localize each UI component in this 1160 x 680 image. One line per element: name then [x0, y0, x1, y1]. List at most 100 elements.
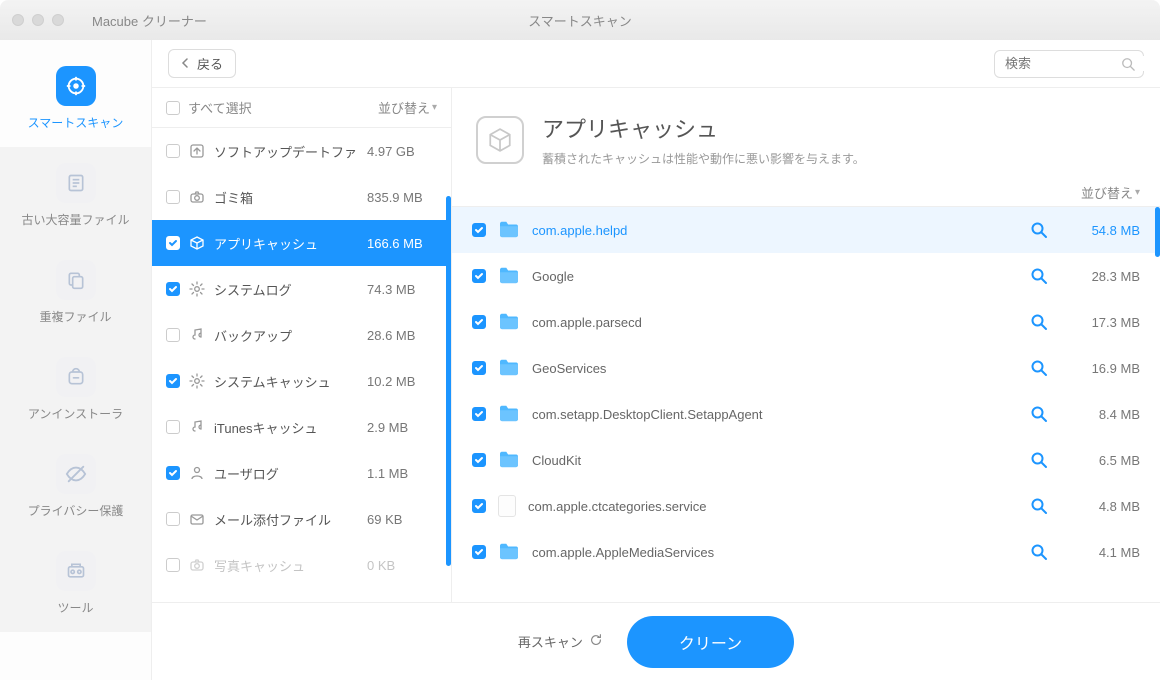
detail-checkbox[interactable]: [472, 453, 486, 467]
select-all-label: すべて選択: [188, 98, 252, 117]
back-button[interactable]: 戻る: [168, 49, 236, 78]
category-sort-button[interactable]: 並び替え ▾: [378, 98, 437, 117]
category-row[interactable]: ユーザログ1.1 MB: [152, 450, 451, 496]
sidebar-item-tools[interactable]: ツール: [0, 535, 151, 632]
reveal-button[interactable]: [1030, 313, 1048, 331]
minimize-dot[interactable]: [32, 14, 44, 26]
sidebar-item-label: 重複ファイル: [39, 308, 111, 325]
category-row[interactable]: 写真キャッシュ0 KB: [152, 542, 451, 588]
close-dot[interactable]: [12, 14, 24, 26]
folder-icon: [498, 266, 520, 287]
detail-checkbox[interactable]: [472, 223, 486, 237]
zoom-dot[interactable]: [52, 14, 64, 26]
camera-icon: [188, 188, 206, 206]
detail-size: 4.1 MB: [1060, 545, 1140, 560]
search-input[interactable]: [1005, 56, 1160, 71]
detail-label: com.setapp.DesktopClient.SetappAgent: [532, 407, 1018, 422]
detail-header-icon: [476, 116, 524, 164]
category-row[interactable]: メール添付ファイル69 KB: [152, 496, 451, 542]
detail-sort-button[interactable]: 並び替え ▾: [1081, 183, 1140, 202]
uninstaller-icon: [56, 357, 96, 397]
tools-icon: [56, 551, 96, 591]
category-checkbox[interactable]: [166, 374, 180, 388]
detail-column: アプリキャッシュ 蓄積されたキャッシュは性能や動作に悪い影響を与えます。 並び替…: [452, 88, 1160, 602]
category-checkbox[interactable]: [166, 512, 180, 526]
sidebar: スマートスキャン古い大容量ファイル重複ファイルアンインストーラプライバシー保護ツ…: [0, 40, 152, 680]
category-label: アプリキャッシュ: [214, 234, 359, 253]
detail-row[interactable]: Google28.3 MB: [452, 253, 1160, 299]
window-controls: [0, 14, 64, 26]
detail-row[interactable]: com.apple.ctcategories.service4.8 MB: [452, 483, 1160, 529]
select-all-checkbox[interactable]: [166, 101, 180, 115]
category-row[interactable]: ソフトアップデートファ4.97 GB: [152, 128, 451, 174]
category-checkbox[interactable]: [166, 144, 180, 158]
chevron-down-icon: ▾: [1135, 187, 1140, 198]
sidebar-item-privacy[interactable]: プライバシー保護: [0, 438, 151, 535]
detail-checkbox[interactable]: [472, 361, 486, 375]
category-size: 166.6 MB: [367, 236, 437, 251]
category-label: バックアップ: [214, 326, 359, 345]
detail-checkbox[interactable]: [472, 269, 486, 283]
detail-row[interactable]: com.apple.helpd54.8 MB: [452, 207, 1160, 253]
category-scrollbar[interactable]: [446, 196, 451, 566]
sidebar-item-smart-scan[interactable]: スマートスキャン: [0, 50, 151, 147]
detail-size: 16.9 MB: [1060, 361, 1140, 376]
rescan-label: 再スキャン: [518, 632, 583, 651]
detail-checkbox[interactable]: [472, 407, 486, 421]
category-row[interactable]: ゴミ箱835.9 MB: [152, 174, 451, 220]
back-label: 戻る: [197, 54, 223, 73]
refresh-icon: [589, 633, 603, 650]
reveal-button[interactable]: [1030, 451, 1048, 469]
reveal-button[interactable]: [1030, 359, 1048, 377]
chevron-left-icon: [181, 56, 191, 71]
detail-size: 6.5 MB: [1060, 453, 1140, 468]
category-row[interactable]: アプリキャッシュ 166.6 MB: [152, 220, 451, 266]
detail-row[interactable]: com.apple.AppleMediaServices 4.1 MB: [452, 529, 1160, 575]
category-checkbox[interactable]: [166, 282, 180, 296]
detail-label: com.apple.AppleMediaServices: [532, 545, 1018, 560]
category-label: iTunesキャッシュ: [214, 418, 359, 437]
detail-row[interactable]: CloudKit6.5 MB: [452, 437, 1160, 483]
category-size: 74.3 MB: [367, 282, 437, 297]
category-row[interactable]: システムログ74.3 MB: [152, 266, 451, 312]
detail-row[interactable]: com.setapp.DesktopClient.SetappAgent8.4 …: [452, 391, 1160, 437]
folder-icon: [498, 542, 520, 563]
category-row[interactable]: システムキャッシュ10.2 MB: [152, 358, 451, 404]
category-size: 28.6 MB: [367, 328, 437, 343]
rescan-button[interactable]: 再スキャン: [518, 632, 603, 651]
detail-scrollbar[interactable]: [1155, 207, 1160, 257]
category-checkbox[interactable]: [166, 236, 180, 250]
envelope-icon: [188, 510, 206, 528]
detail-label: GeoServices: [532, 361, 1018, 376]
reveal-button[interactable]: [1030, 405, 1048, 423]
detail-size: 17.3 MB: [1060, 315, 1140, 330]
folder-icon: [498, 312, 520, 333]
reveal-button[interactable]: [1030, 267, 1048, 285]
detail-size: 4.8 MB: [1060, 499, 1140, 514]
search-input-wrapper[interactable]: [994, 50, 1144, 78]
detail-size: 54.8 MB: [1060, 223, 1140, 238]
sidebar-item-large-old[interactable]: 古い大容量ファイル: [0, 147, 151, 244]
detail-row[interactable]: com.apple.parsecd17.3 MB: [452, 299, 1160, 345]
detail-checkbox[interactable]: [472, 499, 486, 513]
reveal-button[interactable]: [1030, 221, 1048, 239]
reveal-button[interactable]: [1030, 543, 1048, 561]
sidebar-item-duplicate[interactable]: 重複ファイル: [0, 244, 151, 341]
window-title: スマートスキャン: [528, 11, 632, 30]
detail-checkbox[interactable]: [472, 315, 486, 329]
category-list: ソフトアップデートファ4.97 GBゴミ箱835.9 MB アプリキャッシュ 166…: [152, 128, 451, 602]
category-row[interactable]: バックアップ 28.6 MB: [152, 312, 451, 358]
sidebar-item-uninstaller[interactable]: アンインストーラ: [0, 341, 151, 438]
category-checkbox[interactable]: [166, 190, 180, 204]
category-checkbox[interactable]: [166, 466, 180, 480]
detail-row[interactable]: GeoServices 16.9 MB: [452, 345, 1160, 391]
category-checkbox[interactable]: [166, 328, 180, 342]
category-row[interactable]: iTunesキャッシュ2.9 MB: [152, 404, 451, 450]
category-checkbox[interactable]: [166, 558, 180, 572]
detail-checkbox[interactable]: [472, 545, 486, 559]
category-checkbox[interactable]: [166, 420, 180, 434]
folder-icon: [498, 358, 520, 379]
clean-button[interactable]: クリーン: [627, 616, 794, 668]
reveal-button[interactable]: [1030, 497, 1048, 515]
category-label: ソフトアップデートファ: [214, 142, 359, 161]
